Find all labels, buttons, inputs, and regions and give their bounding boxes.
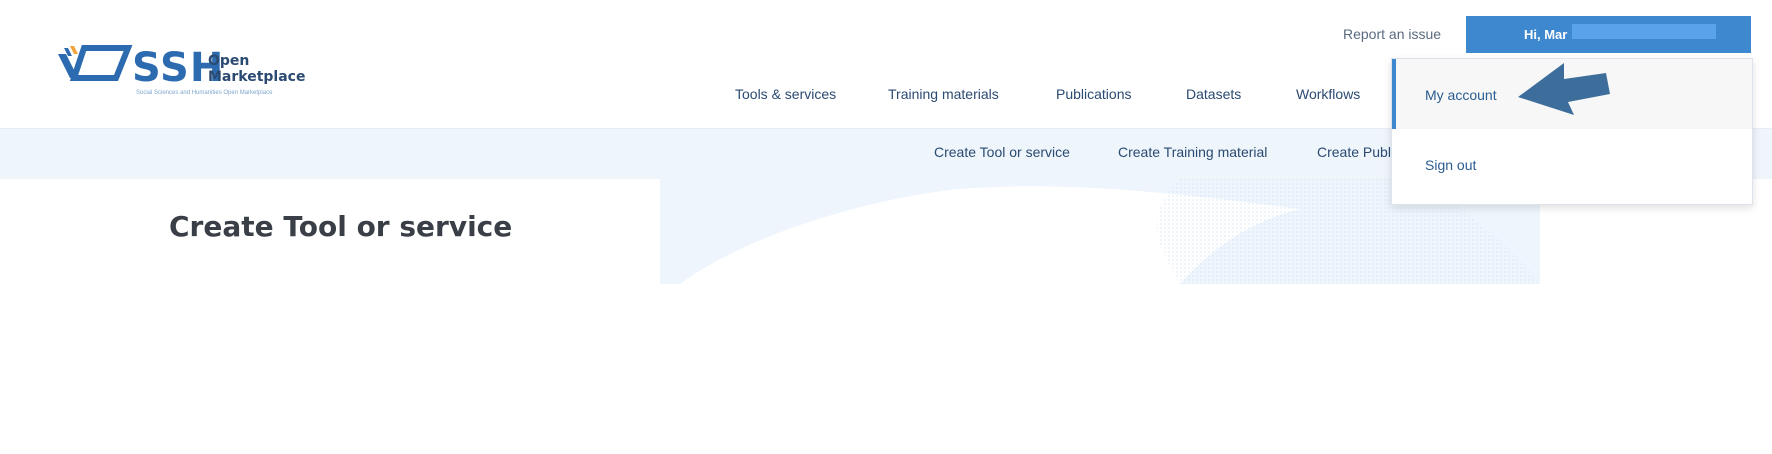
subnav-create-publication[interactable]: Create Publ [1317, 144, 1391, 160]
nav-publications[interactable]: Publications [1056, 86, 1132, 102]
subnav-create-training[interactable]: Create Training material [1118, 144, 1267, 160]
dropdown-item-sign-out[interactable]: Sign out [1392, 129, 1752, 199]
sign-out-label: Sign out [1425, 157, 1477, 173]
logo-line1: Open [208, 53, 250, 69]
nav-training-materials[interactable]: Training materials [888, 86, 999, 102]
user-menu-button[interactable]: Hi, Mar [1466, 16, 1751, 53]
annotation-arrow-icon [1518, 63, 1610, 115]
redacted-username [1572, 24, 1716, 39]
nav-tools-services[interactable]: Tools & services [735, 86, 836, 102]
logo-mark-icon [58, 45, 133, 81]
report-issue-link[interactable]: Report an issue [1343, 26, 1441, 42]
logo-line2: Marketplace [208, 69, 306, 85]
page-title: Create Tool or service [169, 210, 513, 243]
subnav-create-tool[interactable]: Create Tool or service [934, 144, 1070, 160]
my-account-label: My account [1425, 87, 1497, 103]
user-greeting: Hi, Mar [1524, 27, 1568, 42]
nav-datasets[interactable]: Datasets [1186, 86, 1241, 102]
nav-workflows[interactable]: Workflows [1296, 86, 1360, 102]
